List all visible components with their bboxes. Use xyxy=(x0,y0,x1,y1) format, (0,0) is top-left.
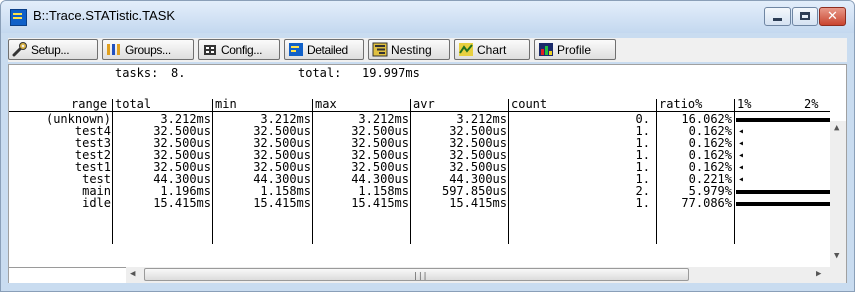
col-max[interactable]: max xyxy=(315,97,337,112)
scroll-down-icon[interactable]: ▼ xyxy=(834,251,839,261)
profile-label: Profile xyxy=(557,43,592,57)
nesting-icon xyxy=(372,42,388,57)
ratio-marker-icon: ◂ xyxy=(738,126,745,137)
cell-min: 15.415ms xyxy=(253,196,311,210)
setup-label: Setup... xyxy=(31,43,70,57)
chart-icon xyxy=(459,43,473,56)
setup-button[interactable]: Setup... xyxy=(8,39,98,60)
maximize-icon xyxy=(800,12,810,20)
tasks-label: tasks: xyxy=(115,66,159,80)
close-button[interactable]: ✕ xyxy=(819,7,846,26)
chart-label: Chart xyxy=(477,43,507,57)
groups-icon xyxy=(107,44,120,55)
scale-2-percent: 2% xyxy=(804,97,819,111)
horizontal-scroll-thumb[interactable]: ||| xyxy=(144,268,689,281)
header-separator xyxy=(508,99,509,111)
minimize-icon xyxy=(773,18,782,21)
header-separator xyxy=(656,99,657,111)
vertical-scrollbar[interactable]: ▲ ▼ xyxy=(830,121,846,267)
table-row[interactable]: idle 15.415ms 15.415ms 15.415ms 15.415ms 1. 77… xyxy=(9,196,734,210)
profile-button[interactable]: Profile xyxy=(534,39,616,60)
tasks-value: 8. xyxy=(171,66,186,80)
minimize-button[interactable] xyxy=(764,7,791,26)
resize-grip[interactable] xyxy=(830,267,846,283)
cell-max: 15.415ms xyxy=(351,196,409,210)
close-icon: ✕ xyxy=(827,9,838,24)
scroll-right-icon[interactable]: ▶ xyxy=(816,269,821,279)
window-title: B::Trace.STATistic.TASK xyxy=(33,8,176,23)
ratio-marker-icon: ◂ xyxy=(738,150,745,161)
scroll-up-icon[interactable]: ▲ xyxy=(834,123,839,133)
profile-icon xyxy=(539,43,553,56)
config-icon xyxy=(204,45,216,55)
setup-icon xyxy=(12,42,27,57)
maximize-button[interactable] xyxy=(792,7,818,26)
toolbar: Setup... Groups... Config... Detailed Ne… xyxy=(8,38,847,62)
nesting-label: Nesting xyxy=(391,43,432,57)
col-range[interactable]: range xyxy=(71,97,107,112)
cell-avr: 15.415ms xyxy=(449,196,507,210)
column-separator xyxy=(734,112,735,244)
cell-ratio: 77.086% xyxy=(681,196,732,210)
header-separator xyxy=(410,99,411,111)
nesting-button[interactable]: Nesting xyxy=(368,39,450,60)
header-separator xyxy=(212,99,213,111)
ratio-bar xyxy=(736,118,830,122)
scale-1-percent: 1% xyxy=(737,97,752,111)
header-separator xyxy=(312,99,313,111)
cell-count: 1. xyxy=(635,196,650,210)
trace-statistic-window: B::Trace.STATistic.TASK ✕ Setup... Group… xyxy=(0,0,855,292)
cell-range: idle xyxy=(82,196,111,210)
col-avr[interactable]: avr xyxy=(413,97,435,112)
statistics-table: tasks: 8. total: 19.997ms range total mi… xyxy=(8,64,847,283)
header-separator xyxy=(734,99,735,111)
total-label: total: xyxy=(298,66,342,80)
ratio-bar xyxy=(736,190,830,194)
detailed-label: Detailed xyxy=(307,43,348,57)
ratio-marker-icon: ◂ xyxy=(738,174,745,185)
total-value: 19.997ms xyxy=(362,66,420,80)
ratio-marker-icon: ◂ xyxy=(738,138,745,149)
groups-label: Groups... xyxy=(125,43,171,57)
detailed-button[interactable]: Detailed xyxy=(284,39,364,60)
header-separator xyxy=(112,99,113,111)
detailed-icon xyxy=(289,43,303,56)
col-min[interactable]: min xyxy=(215,97,237,112)
config-button[interactable]: Config... xyxy=(198,39,280,60)
scroll-left-icon[interactable]: ◀ xyxy=(130,269,135,279)
chart-button[interactable]: Chart xyxy=(454,39,530,60)
col-count[interactable]: count xyxy=(511,97,547,112)
groups-button[interactable]: Groups... xyxy=(102,39,194,60)
app-icon xyxy=(10,9,27,26)
col-ratio[interactable]: ratio% xyxy=(659,97,702,112)
col-total[interactable]: total xyxy=(115,97,151,112)
cell-total: 15.415ms xyxy=(153,196,211,210)
grip-icon: ||| xyxy=(413,271,428,280)
range-column-footer xyxy=(9,267,126,283)
ratio-marker-icon: ◂ xyxy=(738,162,745,173)
ratio-bar xyxy=(736,202,830,206)
title-bar[interactable]: B::Trace.STATistic.TASK ✕ xyxy=(1,1,854,33)
config-label: Config... xyxy=(221,43,263,57)
horizontal-scrollbar[interactable]: ◀ ||| ▶ xyxy=(126,267,830,283)
